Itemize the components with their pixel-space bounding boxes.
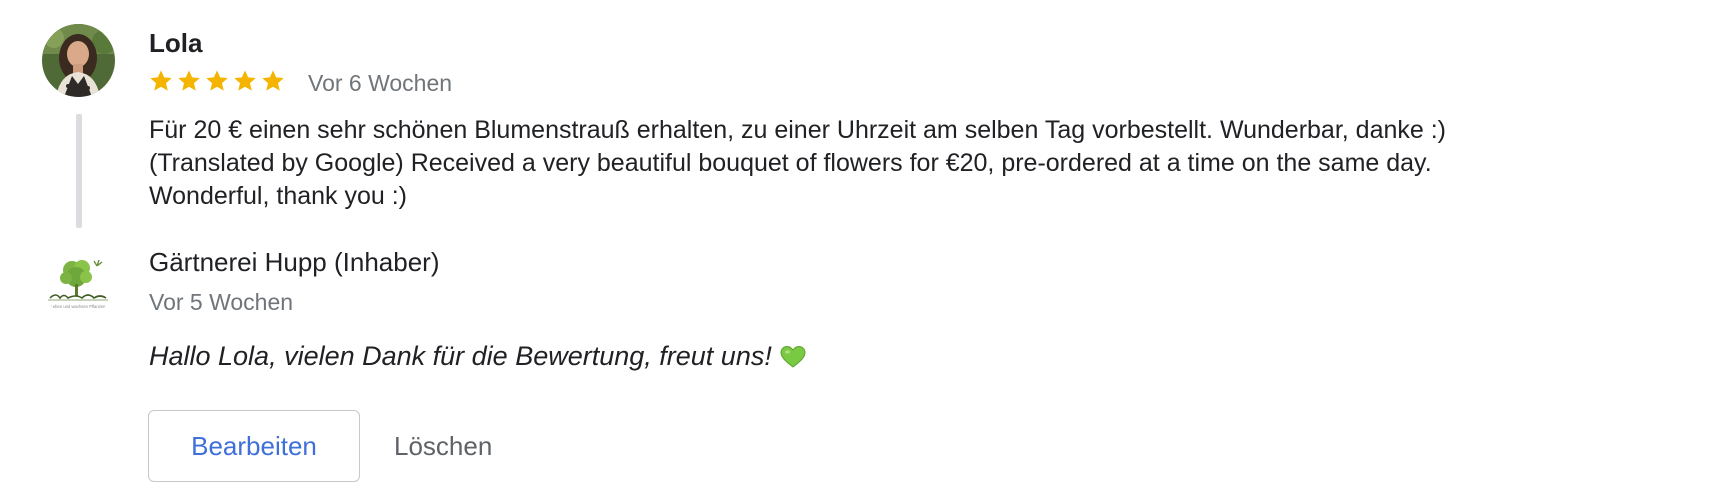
owner-reply-date: Vor 5 Wochen: [149, 289, 294, 315]
edit-reply-button[interactable]: Bearbeiten: [148, 410, 360, 482]
review-thread-line: [76, 114, 82, 228]
owner-avatar: Leben und wachsen Pflanzen: [42, 246, 115, 319]
review-text-line: Wonderful, thank you :): [149, 182, 408, 210]
reviewer-avatar[interactable]: [42, 24, 115, 97]
review-date: Vor 6 Wochen: [308, 70, 453, 96]
review-text-line: (Translated by Google) Received a very b…: [149, 149, 1432, 177]
owner-reply-text: Hallo Lola, vielen Dank für die Bewertun…: [149, 341, 806, 372]
star-icon: [150, 70, 172, 91]
star-icon: [206, 70, 228, 91]
star-rating: [148, 68, 286, 94]
owner-logo: Leben und wachsen Pflanzen: [42, 246, 115, 319]
svg-text:Leben und wachsen Pflanzen: Leben und wachsen Pflanzen: [51, 304, 107, 309]
delete-reply-button[interactable]: Löschen: [378, 410, 508, 482]
review-text-line: Für 20 € einen sehr schönen Blumenstrauß…: [149, 116, 1447, 144]
reviewer-name[interactable]: Lola: [149, 28, 202, 59]
owner-reply-message: Hallo Lola, vielen Dank für die Bewertun…: [149, 341, 772, 371]
star-icon: [234, 70, 256, 91]
star-icon: [178, 70, 200, 91]
review-card: Lola Vor 6 Wochen Für 20 € einen sehr sc…: [0, 0, 1722, 504]
review-text: Für 20 € einen sehr schönen Blumenstrauß…: [149, 114, 1669, 213]
green-heart-icon: [780, 345, 806, 368]
owner-name[interactable]: Gärtnerei Hupp (Inhaber): [149, 247, 439, 278]
reviewer-photo: [42, 24, 115, 97]
star-icon: [262, 70, 284, 91]
